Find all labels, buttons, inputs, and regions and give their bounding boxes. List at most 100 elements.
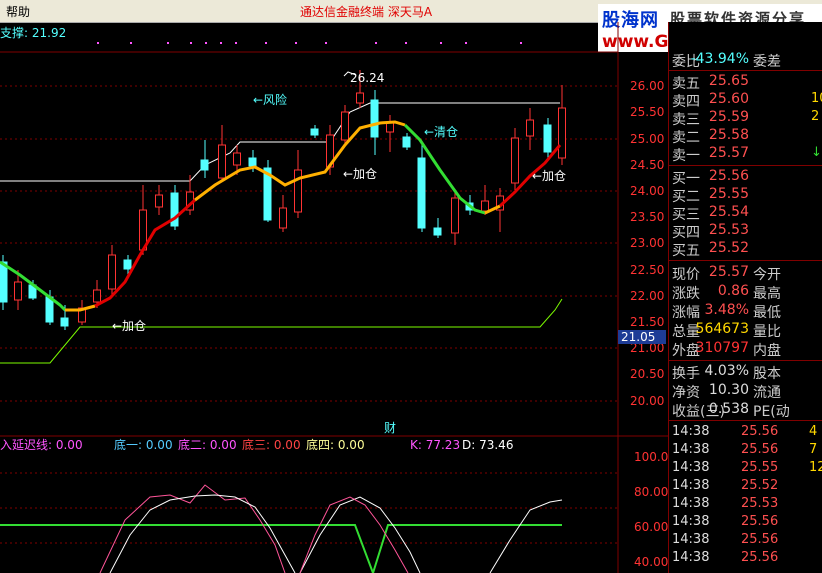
bid-price: 25.52: [708, 240, 749, 256]
indicator-tick: 60.00: [634, 520, 668, 534]
down-arrow-icon: ↓: [811, 145, 822, 160]
weibi-row: 委比 -43.94% 委差: [669, 51, 822, 70]
trade-row: 14:38 25.56: [669, 550, 822, 568]
trade-price: 25.56: [741, 532, 779, 547]
trade-row: 14:38 25.55 12: [669, 460, 822, 478]
indicator-axis-labels: 100.0 80.00 60.00 40.00: [634, 450, 668, 569]
candlesticks: [0, 70, 566, 330]
divider: [669, 420, 822, 421]
indicator-green-line: [0, 524, 562, 573]
ask-row[interactable]: 卖二 25.58: [669, 127, 822, 146]
trade-volume: 4: [809, 424, 818, 439]
window-title: 通达信金融终端 深天马A: [300, 5, 433, 19]
bid-price: 25.53: [708, 222, 749, 238]
price-tick: 26.00: [630, 79, 664, 93]
ask-volume: 2: [811, 109, 820, 124]
price-tick: 24.50: [630, 158, 664, 172]
stats-row: 净资 10.30 流通: [669, 382, 822, 401]
price-tick: 22.50: [630, 263, 664, 277]
legend-bottom-1: 底一: 0.00: [114, 437, 173, 452]
quote-value: 25.57: [708, 264, 749, 280]
ask-price: 25.57: [708, 145, 749, 161]
trade-time: 14:38: [672, 514, 710, 529]
indicator-d-line: [109, 494, 296, 573]
current-price-tag-text: 21.05: [621, 330, 655, 344]
trade-row: 14:38 25.56: [669, 532, 822, 550]
trade-time: 14:38: [672, 496, 710, 511]
quote-extra-label: 今开: [753, 267, 781, 283]
menu-help[interactable]: 帮助: [6, 3, 30, 20]
trade-price: 25.56: [741, 442, 779, 457]
divider: [669, 360, 822, 361]
stats-value: 10.30: [708, 382, 749, 398]
quote-panel: 委比 -43.94% 委差 卖五 25.65 卖四 25.60 10 卖三 25.59 2…: [668, 22, 822, 573]
bid-row[interactable]: 买二 25.55: [669, 186, 822, 205]
bid-row[interactable]: 买四 25.53: [669, 222, 822, 241]
weicha-label: 委差: [753, 54, 781, 70]
indicator-legend: 入延迟线: 0.00 底一: 0.00 底二: 0.00 底三: 0.00 底四…: [0, 437, 513, 452]
high-price-marker: 26.24: [350, 71, 384, 85]
indicator-d-line-3: [489, 499, 563, 573]
bid-label: 买五: [672, 243, 700, 259]
ask-row[interactable]: 卖一 25.57 ↓: [669, 145, 822, 164]
trade-row: 14:38 25.56: [669, 514, 822, 532]
bid-price: 25.56: [708, 168, 749, 184]
trade-volume: 7: [809, 442, 818, 457]
stats-extra-label: 流通: [753, 385, 781, 401]
indicator-tick: 100.0: [634, 450, 668, 464]
annotation-clear: ←清仓: [424, 125, 458, 139]
price-tick: 25.00: [630, 132, 664, 146]
ask-volume: 10: [811, 91, 822, 106]
ask-row[interactable]: 卖五 25.65: [669, 73, 822, 92]
divider: [669, 70, 822, 71]
bid-price: 25.55: [708, 186, 749, 202]
quote-value: 0.86: [717, 283, 749, 299]
ask-label: 卖一: [672, 148, 700, 164]
price-tick: 25.50: [630, 105, 664, 119]
top-markers: [97, 42, 522, 44]
weibi-value: -43.94%: [690, 51, 749, 67]
stats-value: 0.538: [708, 401, 749, 417]
bid-label: 买二: [672, 189, 700, 205]
price-tick: 23.00: [630, 236, 664, 250]
annotation-add: ←加仓: [112, 319, 146, 333]
ask-label: 卖二: [672, 130, 700, 146]
stats-value: 4.03%: [704, 363, 749, 379]
quote-row: 涨跌 0.86 最高: [669, 283, 822, 302]
bid-row[interactable]: 买一 25.56: [669, 168, 822, 187]
resistance-line: [0, 102, 560, 182]
trade-price: 25.55: [741, 460, 779, 475]
stats-label: 净资: [672, 385, 700, 401]
ask-label: 卖三: [672, 112, 700, 128]
quote-value: 564673: [695, 321, 749, 337]
bid-label: 买四: [672, 225, 700, 241]
quote-extra-label: 最低: [753, 305, 781, 321]
legend-d: D: 73.46: [462, 438, 513, 452]
bid-row[interactable]: 买五 25.52: [669, 240, 822, 259]
bid-row[interactable]: 买三 25.54: [669, 204, 822, 223]
quote-label: 涨幅: [672, 305, 700, 321]
stats-row: 换手 4.03% 股本: [669, 363, 822, 382]
quote-row: 涨幅 3.48% 最低: [669, 302, 822, 321]
ask-price: 25.58: [708, 127, 749, 143]
trade-volume: 12: [809, 460, 822, 475]
trade-row: 14:38 25.56 7: [669, 442, 822, 460]
trade-time: 14:38: [672, 424, 710, 439]
annotation-add: ←加仓: [343, 167, 377, 181]
price-tick: 20.50: [630, 367, 664, 381]
trade-time: 14:38: [672, 442, 710, 457]
price-axis-labels: 26.00 25.50 25.00 24.50 24.00 23.50 23.0…: [630, 79, 664, 408]
ask-price: 25.65: [708, 73, 749, 89]
quote-label: 现价: [672, 267, 700, 283]
chart-area[interactable]: 26.00 25.50 25.00 24.50 24.00 23.50 23.0…: [0, 22, 668, 573]
legend-bottom-4: 底四: 0.00: [306, 437, 365, 452]
quote-value: 310797: [695, 340, 749, 356]
finance-marker[interactable]: 财: [384, 421, 396, 435]
divider: [669, 260, 822, 261]
annotation-add: ←加仓: [532, 169, 566, 183]
trade-time: 14:38: [672, 532, 710, 547]
quote-label: 涨跌: [672, 286, 700, 302]
trade-price: 25.52: [741, 478, 779, 493]
ask-row[interactable]: 卖三 25.59 2: [669, 109, 822, 128]
ask-row[interactable]: 卖四 25.60 10: [669, 91, 822, 110]
